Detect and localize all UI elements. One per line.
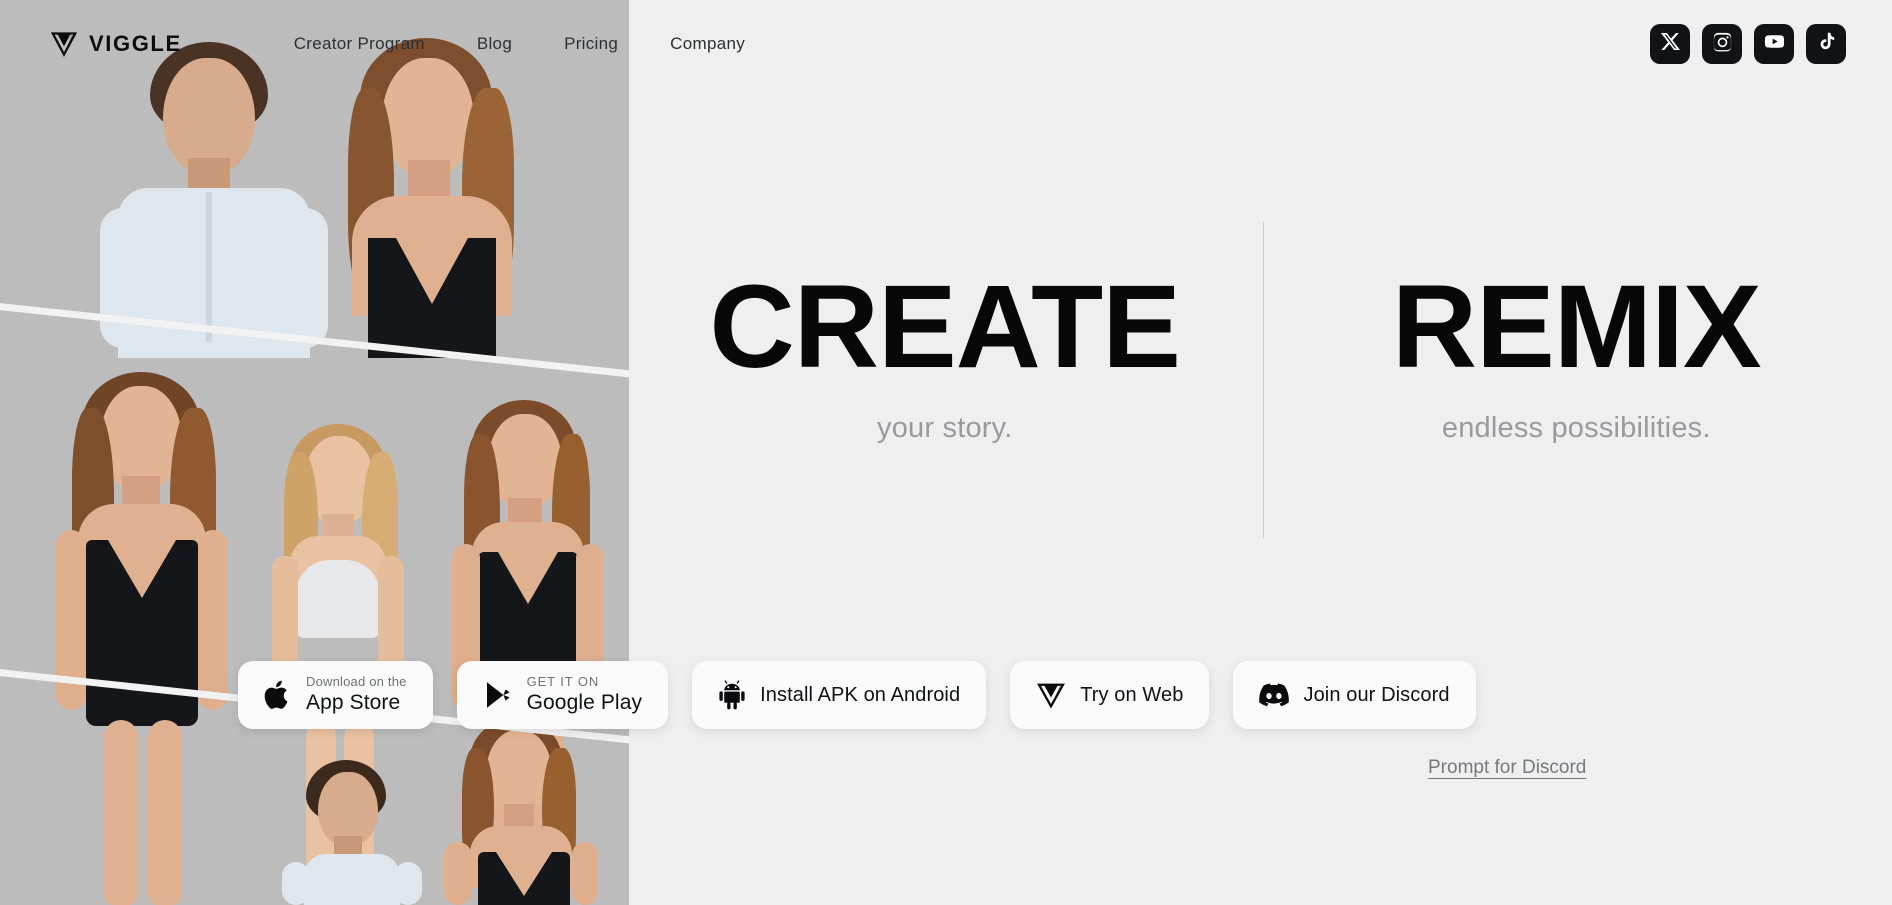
app-store-button[interactable]: Download on the App Store xyxy=(238,661,433,729)
nav-link-blog[interactable]: Blog xyxy=(451,26,538,62)
top-navigation-bar: VIGGLE Creator Program Blog Pricing Comp… xyxy=(0,0,1892,88)
hero-image-collage xyxy=(0,0,629,905)
brand-logo[interactable]: VIGGLE xyxy=(50,30,182,58)
google-play-big-label: Google Play xyxy=(526,691,643,714)
nav-link-company[interactable]: Company xyxy=(644,26,771,62)
hero-subtitle-remix: endless possibilities. xyxy=(1441,412,1711,444)
tiktok-icon xyxy=(1816,31,1837,57)
google-play-icon xyxy=(483,679,513,711)
landing-page: VIGGLE Creator Program Blog Pricing Comp… xyxy=(0,0,1892,905)
social-link-x[interactable] xyxy=(1650,24,1690,64)
install-apk-label: Install APK on Android xyxy=(760,683,961,706)
apple-icon xyxy=(264,679,292,711)
social-links xyxy=(1650,24,1846,64)
download-cta-row: Download on the App Store GET IT ON Goog… xyxy=(238,661,1476,729)
hero-title-remix: REMIX xyxy=(1391,261,1762,393)
nav-links: Creator Program Blog Pricing Company xyxy=(268,26,771,62)
social-link-youtube[interactable] xyxy=(1754,24,1794,64)
brand-name: VIGGLE xyxy=(89,31,182,56)
app-store-labels: Download on the App Store xyxy=(306,674,407,717)
discord-icon xyxy=(1259,683,1290,707)
hero-subtitle-create: your story. xyxy=(877,412,1013,444)
hero-section: CREATE your story. REMIX endless possibi… xyxy=(629,0,1892,905)
hero-title-create: CREATE xyxy=(709,261,1181,393)
google-play-button[interactable]: GET IT ON Google Play xyxy=(456,661,669,729)
google-play-small-label: GET IT ON xyxy=(526,673,600,689)
viggle-v-logo-icon xyxy=(50,30,78,58)
google-play-labels: GET IT ON Google Play xyxy=(527,674,643,717)
viggle-v-logo-icon xyxy=(1036,680,1066,710)
social-link-instagram[interactable] xyxy=(1702,24,1742,64)
join-discord-label: Join our Discord xyxy=(1303,683,1450,706)
app-store-small-label: Download on the xyxy=(306,673,407,689)
x-twitter-icon xyxy=(1660,31,1681,57)
android-robot-icon xyxy=(718,680,746,710)
hero-column-create: CREATE your story. xyxy=(629,268,1261,445)
app-store-big-label: App Store xyxy=(306,691,401,714)
try-on-web-button[interactable]: Try on Web xyxy=(1010,661,1210,729)
hero-wordmarks: CREATE your story. REMIX endless possibi… xyxy=(629,268,1892,445)
hero-column-remix: REMIX endless possibilities. xyxy=(1261,268,1892,445)
try-on-web-label: Try on Web xyxy=(1080,683,1184,706)
join-discord-button[interactable]: Join our Discord xyxy=(1233,661,1476,729)
youtube-icon xyxy=(1764,31,1785,57)
install-apk-button[interactable]: Install APK on Android xyxy=(692,661,987,729)
instagram-icon xyxy=(1712,31,1733,57)
nav-link-creator-program[interactable]: Creator Program xyxy=(268,26,451,62)
social-link-tiktok[interactable] xyxy=(1806,24,1846,64)
nav-link-pricing[interactable]: Pricing xyxy=(538,26,644,62)
prompt-for-discord-link[interactable]: Prompt for Discord xyxy=(1428,757,1586,779)
